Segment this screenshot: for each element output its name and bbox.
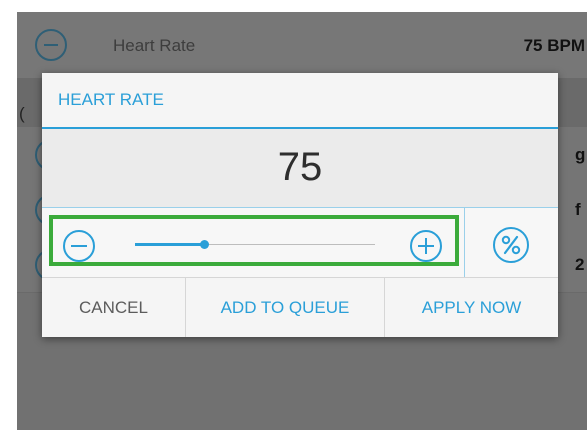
row-text-fragment: ( [19,104,25,123]
slider-fill [135,243,205,246]
apply-now-button[interactable]: APPLY NOW [385,278,558,337]
add-to-queue-button[interactable]: ADD TO QUEUE [186,278,384,337]
heart-rate-dialog: HEART RATE 75 CANCEL ADD TO QUEUE APPLY … [42,73,558,337]
row-value-fragment: 2 [575,255,585,274]
decrease-button[interactable] [63,230,95,262]
row-value-fragment: g [575,145,586,164]
row-value-fragment: f [575,200,581,219]
remove-circle-icon [35,29,67,61]
vital-value: 75 BPM [523,36,585,55]
vital-row-heart-rate: Heart Rate 75 BPM [17,12,587,79]
increase-button[interactable] [410,230,442,262]
minus-circle-icon [71,245,87,247]
percent-button[interactable] [493,227,529,263]
percent-circle-icon [501,235,521,255]
heart-rate-value: 75 [277,145,323,189]
cancel-button[interactable]: CANCEL [42,278,185,337]
value-display: 75 [42,129,558,207]
slider-highlight-box [49,215,459,266]
dialog-title: HEART RATE [58,90,164,109]
controls-divider [464,208,465,277]
vital-label: Heart Rate [113,36,196,55]
